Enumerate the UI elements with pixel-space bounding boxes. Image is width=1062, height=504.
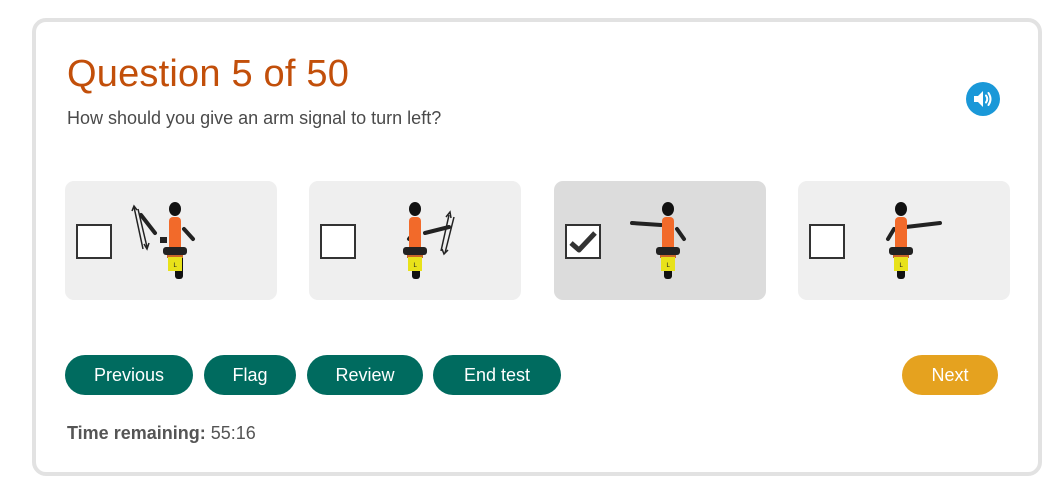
checkmark-icon (569, 231, 597, 253)
option-checkbox[interactable] (565, 224, 601, 259)
time-remaining: Time remaining: 55:16 (67, 423, 256, 444)
option-checkbox[interactable] (809, 224, 845, 259)
rider-left-arm-extended-image: L (630, 202, 686, 279)
end-test-button[interactable]: End test (433, 355, 561, 395)
question-text: How should you give an arm signal to tur… (67, 108, 442, 128)
answer-option-3[interactable]: L (554, 181, 766, 300)
time-remaining-value: 55:16 (210, 423, 256, 443)
previous-button[interactable]: Previous (65, 355, 193, 395)
next-button[interactable]: Next (902, 355, 998, 395)
flag-button[interactable]: Flag (204, 355, 296, 395)
answer-option-2[interactable]: L (309, 181, 521, 300)
rider-left-arm-waving-image: L (131, 202, 195, 279)
option-checkbox[interactable] (320, 224, 356, 259)
speaker-icon (974, 91, 992, 107)
answer-option-1[interactable]: L (65, 181, 277, 300)
rider-right-arm-waving-image: L (403, 202, 455, 279)
time-remaining-label: Time remaining: (67, 423, 206, 443)
page-title: Question 5 of 50 (67, 53, 350, 95)
rider-right-arm-extended-image: L (886, 202, 942, 279)
question-card: Question 5 of 50 How should you give an … (32, 18, 1042, 476)
option-checkbox[interactable] (76, 224, 112, 259)
review-button[interactable]: Review (307, 355, 423, 395)
audio-button[interactable] (966, 82, 1000, 116)
answer-option-4[interactable]: L (798, 181, 1010, 300)
